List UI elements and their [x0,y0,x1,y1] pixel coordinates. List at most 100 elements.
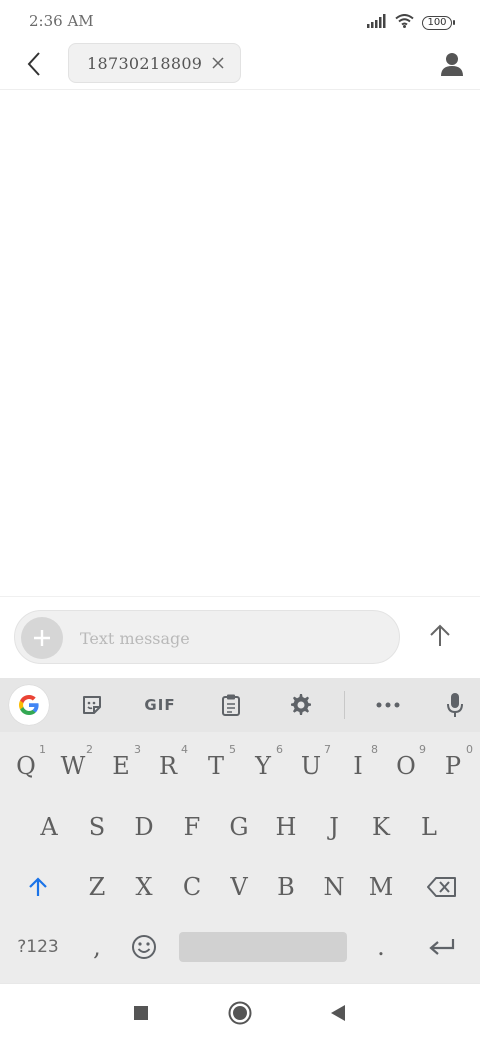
key-label: U [300,752,322,780]
attach-button[interactable] [21,617,63,659]
key-a[interactable]: A [27,798,71,856]
key-m[interactable]: M [359,858,403,916]
shift-arrow-icon [29,877,47,896]
google-search-button[interactable] [9,685,49,725]
key-c[interactable]: C [170,858,214,916]
keyboard-toolbar: GIF [0,678,480,732]
key-f[interactable]: F [170,798,214,856]
key-hint: 3 [134,743,141,756]
key-x[interactable]: X [122,858,166,916]
more-button[interactable] [368,686,408,724]
compose-field[interactable] [14,610,400,665]
key-v[interactable]: V [217,858,261,916]
key-p[interactable]: P0 [431,737,475,795]
key-l[interactable]: L [407,798,451,856]
backspace-key[interactable] [416,858,468,916]
key-hint: 9 [419,743,426,756]
key-e[interactable]: E3 [99,737,143,795]
contact-person-icon [441,53,463,76]
key-label: Q [16,752,36,780]
clipboard-icon [222,694,240,716]
conversation-header: 18730218809 [0,42,480,90]
key-k[interactable]: K [359,798,403,856]
key-j[interactable]: J [312,798,356,856]
battery-icon: 100 [422,15,455,30]
send-arrow-icon [430,624,450,646]
enter-key[interactable] [416,918,468,976]
text-message-input[interactable] [80,611,380,665]
key-hint: 2 [86,743,93,756]
keyboard-row-3: Z X C V B N M [0,858,480,916]
home-circle-icon [228,1001,252,1025]
gear-icon [291,694,311,715]
status-time: 2:36 AM [29,12,94,30]
gif-button[interactable]: GIF [140,686,180,724]
back-button[interactable] [18,48,50,80]
nav-back-button[interactable] [323,998,353,1028]
key-d[interactable]: D [122,798,166,856]
shift-key[interactable] [14,858,62,916]
contact-button[interactable] [438,50,466,78]
chip-remove-icon [212,57,224,69]
key-w[interactable]: W2 [51,737,95,795]
key-h[interactable]: H [264,798,308,856]
recents-button[interactable] [126,998,156,1028]
spacebar[interactable] [179,932,347,962]
backspace-icon [427,877,456,897]
comma-key[interactable]: , [75,918,119,976]
key-label: W [60,752,86,780]
key-label: E [112,752,130,780]
gif-label: GIF [144,696,176,714]
key-r[interactable]: R4 [146,737,190,795]
recents-square-icon [134,1006,148,1020]
key-i[interactable]: I8 [336,737,380,795]
status-icons: 100 [367,13,455,32]
keyboard-row-4: ?123 , . [0,918,480,976]
key-label: R [158,752,178,780]
key-o[interactable]: O9 [384,737,428,795]
home-button[interactable] [225,998,255,1028]
plus-icon [34,630,50,646]
enter-return-icon [429,939,455,955]
key-t[interactable]: T5 [194,737,238,795]
key-hint: 0 [466,743,473,756]
key-hint: 8 [371,743,378,756]
key-hint: 5 [229,743,236,756]
key-s[interactable]: S [75,798,119,856]
key-q[interactable]: Q1 [4,737,48,795]
google-g-icon [19,695,39,715]
clipboard-button[interactable] [211,686,251,724]
toolbar-divider [344,691,345,719]
wifi-icon [395,13,414,32]
keyboard-row-2: A S D F G H J K L [0,798,480,856]
sticker-icon [83,696,101,714]
key-hint: 6 [276,743,283,756]
voice-input-button[interactable] [435,686,475,724]
system-nav-bar [0,983,480,1040]
settings-button[interactable] [281,686,321,724]
key-n[interactable]: N [312,858,356,916]
key-u[interactable]: U7 [289,737,333,795]
sticker-button[interactable] [72,686,112,724]
key-b[interactable]: B [264,858,308,916]
key-label: P [444,752,462,780]
emoji-smiley-icon [132,935,156,959]
emoji-key[interactable] [122,918,166,976]
key-hint: 7 [324,743,331,756]
key-z[interactable]: Z [75,858,119,916]
back-triangle-icon [331,1005,345,1021]
chip-remove-button[interactable] [210,55,226,71]
period-key[interactable]: . [359,918,403,976]
key-y[interactable]: Y6 [241,737,285,795]
keyboard-row-1: Q1 W2 E3 R4 T5 Y6 U7 I8 O9 P0 [0,737,480,795]
key-hint: 1 [39,743,46,756]
more-dots-icon [376,702,400,708]
key-label: O [396,752,416,780]
key-g[interactable]: G [217,798,261,856]
recipient-chip[interactable]: 18730218809 [68,43,241,83]
signal-icon [367,13,387,32]
send-button[interactable] [423,619,457,653]
symbols-key[interactable]: ?123 [10,918,66,976]
compose-bar [0,596,480,678]
key-hint: 4 [181,743,188,756]
